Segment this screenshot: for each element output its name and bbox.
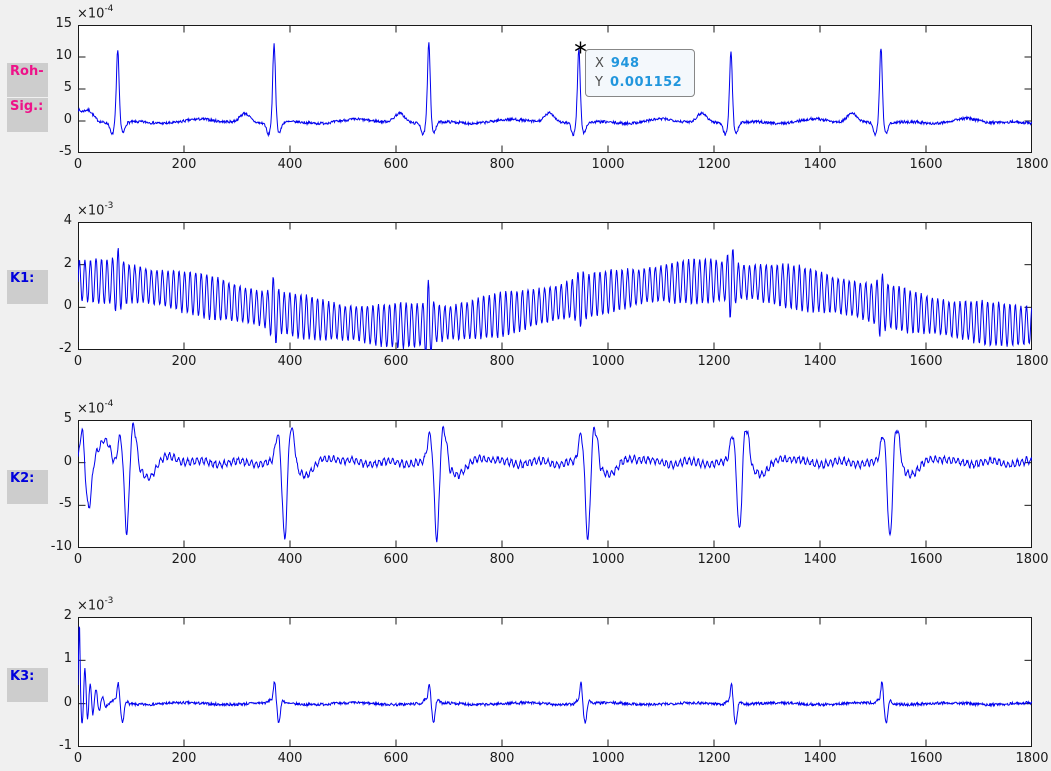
x-tick-label: 1200 [684, 751, 744, 766]
x-tick-label: 0 [48, 157, 108, 172]
subplot-k3[interactable]: ×10-3 -101202004006008001000120014001600… [78, 617, 1032, 747]
y-tick-label: 0 [20, 454, 72, 469]
subplot-k2[interactable]: ×10-4 -10-505020040060080010001200140016… [78, 420, 1032, 548]
datatip-y-row: Y 0.001152 [595, 73, 682, 92]
x-tick-label: 400 [260, 751, 320, 766]
datatip[interactable]: X 948 Y 0.001152 [585, 49, 695, 97]
y-axis-exponent: ×10-4 [77, 400, 113, 416]
y-tick-label: 2 [20, 256, 72, 271]
x-tick-label: 1600 [896, 354, 956, 369]
y-axis-exponent: ×10-3 [77, 202, 113, 218]
x-tick-label: 1800 [1002, 751, 1051, 766]
x-tick-label: 1200 [684, 552, 744, 567]
y-tick-label: 2 [20, 608, 72, 623]
x-tick-label: 1800 [1002, 354, 1051, 369]
x-tick-label: 400 [260, 354, 320, 369]
datatip-x-value: 948 [611, 56, 640, 71]
x-tick-label: 1000 [578, 751, 638, 766]
y-axis-exponent: ×10-3 [77, 597, 113, 613]
x-tick-label: 1400 [790, 751, 850, 766]
subplot-k3-canvas[interactable] [78, 617, 1032, 747]
x-tick-label: 200 [154, 751, 214, 766]
subplot-k1-canvas[interactable] [78, 222, 1032, 350]
x-tick-label: 800 [472, 157, 532, 172]
y-tick-label: 0 [20, 695, 72, 710]
datatip-x-label: X [595, 56, 604, 71]
x-tick-label: 1000 [578, 552, 638, 567]
datatip-y-label: Y [595, 75, 603, 90]
y-tick-label: 4 [20, 213, 72, 228]
x-tick-label: 200 [154, 552, 214, 567]
subplot-roh-sig[interactable]: ×10-4 -505101502004006008001000120014001… [78, 25, 1032, 153]
y-tick-label: -5 [20, 496, 72, 511]
x-tick-label: 1200 [684, 354, 744, 369]
x-tick-label: 0 [48, 751, 108, 766]
x-tick-label: 1600 [896, 157, 956, 172]
x-tick-label: 800 [472, 552, 532, 567]
y-tick-label: 0 [20, 112, 72, 127]
y-tick-label: 15 [20, 16, 72, 31]
y-tick-label: 5 [20, 411, 72, 426]
datatip-x-row: X 948 [595, 54, 682, 73]
x-tick-label: 0 [48, 354, 108, 369]
datatip-y-value: 0.001152 [610, 75, 682, 90]
subplot-k1[interactable]: ×10-3 -202402004006008001000120014001600… [78, 222, 1032, 350]
y-axis-exponent: ×10-4 [77, 5, 113, 21]
datatip-marker-icon[interactable] [574, 41, 587, 54]
x-tick-label: 600 [366, 157, 426, 172]
x-tick-label: 1400 [790, 157, 850, 172]
x-tick-label: 0 [48, 552, 108, 567]
y-tick-label: 0 [20, 298, 72, 313]
subplot-roh-sig-canvas[interactable] [78, 25, 1032, 153]
x-tick-label: 1000 [578, 157, 638, 172]
y-tick-label: 1 [20, 651, 72, 666]
x-tick-label: 600 [366, 751, 426, 766]
x-tick-label: 800 [472, 751, 532, 766]
x-tick-label: 400 [260, 552, 320, 567]
matlab-figure: Roh- Sig.: K1: K2: K3: ×10-4 -5051015020… [0, 0, 1051, 771]
x-tick-label: 400 [260, 157, 320, 172]
x-tick-label: 200 [154, 354, 214, 369]
x-tick-label: 1400 [790, 552, 850, 567]
x-tick-label: 1000 [578, 354, 638, 369]
x-tick-label: 1600 [896, 751, 956, 766]
x-tick-label: 1400 [790, 354, 850, 369]
x-tick-label: 1600 [896, 552, 956, 567]
x-tick-label: 200 [154, 157, 214, 172]
x-tick-label: 1200 [684, 157, 744, 172]
x-tick-label: 800 [472, 354, 532, 369]
x-tick-label: 600 [366, 552, 426, 567]
x-tick-label: 1800 [1002, 157, 1051, 172]
y-tick-label: 5 [20, 80, 72, 95]
y-tick-label: 10 [20, 48, 72, 63]
subplot-k2-canvas[interactable] [78, 420, 1032, 548]
x-tick-label: 600 [366, 354, 426, 369]
x-tick-label: 1800 [1002, 552, 1051, 567]
